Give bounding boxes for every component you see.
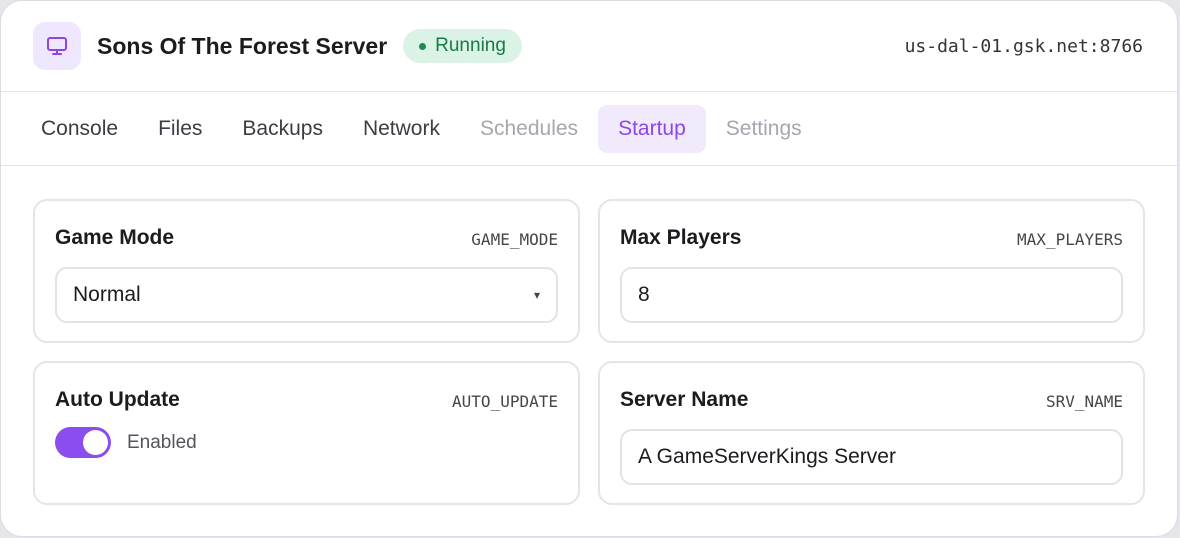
status-badge: Running [403,29,522,63]
variable-label: Game Mode [55,226,175,249]
max-players-value: 8 [638,283,650,306]
variable-card-max-players: Max Players MAX_PLAYERS 8 [598,199,1145,343]
tab-bar: Console Files Backups Network Schedules … [1,92,1177,166]
auto-update-row: Enabled [55,427,197,458]
tab-schedules[interactable]: Schedules [460,105,598,153]
variable-key: AUTO_UPDATE [452,392,558,411]
variable-card-auto-update: Auto Update AUTO_UPDATE Enabled [33,361,580,505]
server-title: Sons Of The Forest Server [97,32,388,59]
game-mode-value: Normal [73,283,141,306]
tab-network[interactable]: Network [343,105,460,153]
toggle-knob [83,430,108,455]
variable-label: Auto Update [55,388,180,411]
tab-startup[interactable]: Startup [598,104,706,153]
server-name-value: A GameServerKings Server [638,445,896,468]
variable-card-server-name: Server Name SRV_NAME A GameServerKings S… [598,361,1145,505]
auto-update-state: Enabled [127,431,197,453]
caret-down-icon: ▾ [533,288,540,302]
variable-key: MAX_PLAYERS [1017,230,1123,249]
variable-key: SRV_NAME [1045,392,1123,411]
game-mode-select[interactable]: Normal ▾ [55,267,558,323]
server-address: us-dal-01.gsk.net:8766 [904,35,1143,57]
max-players-input[interactable]: 8 [620,267,1123,323]
tab-settings[interactable]: Settings [706,105,822,153]
variable-card-game-mode: Game Mode GAME_MODE Normal ▾ [33,199,580,343]
auto-update-toggle[interactable] [55,427,111,458]
server-name-input[interactable]: A GameServerKings Server [620,429,1123,485]
tab-backups[interactable]: Backups [222,105,343,153]
server-panel: Sons Of The Forest Server Running us-dal… [0,0,1178,537]
tab-console[interactable]: Console [21,105,138,153]
variable-key: GAME_MODE [471,230,558,249]
status-text: Running [435,35,506,56]
tab-files[interactable]: Files [138,105,222,153]
monitor-icon [33,22,81,70]
server-header: Sons Of The Forest Server Running us-dal… [1,1,1177,92]
status-dot-icon [419,42,427,50]
variable-label: Max Players [620,226,742,249]
variable-label: Server Name [620,388,749,411]
